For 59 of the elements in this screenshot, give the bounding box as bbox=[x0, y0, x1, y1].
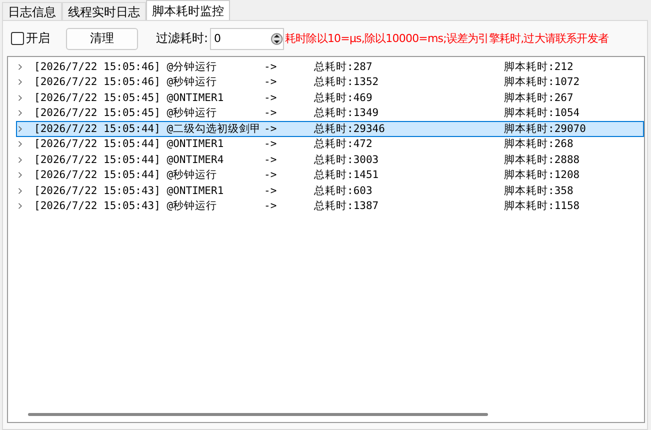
script-time: 脚本耗时:1054 bbox=[504, 106, 580, 120]
list-row[interactable]: [2026/7/22 15:05:44] @秒钟运行 -> 总耗时:1451 脚本耗时:1208 bbox=[16, 168, 644, 183]
total-time: 总耗时:3003 bbox=[314, 152, 380, 167]
row-label: [2026/7/22 15:05:46] @分钟运行 bbox=[34, 60, 218, 74]
script-time: 脚本耗时:267 bbox=[504, 90, 574, 105]
list-row[interactable]: [2026/7/22 15:05:45] @ONTIMER1 -> 总耗时:469 脚本耗时:267 bbox=[16, 90, 644, 106]
list-row[interactable]: [2026/7/22 15:05:44] @ONTIMER4 -> 总耗时:3003 脚本耗时:2888 bbox=[16, 152, 644, 168]
filter-label: 过滤耗时: bbox=[156, 30, 208, 47]
row-arrow: -> bbox=[264, 76, 278, 88]
timing-note: 耗时除以10=μs,除以10000=ms;误差为引擎耗时,过大请联系开发者 bbox=[285, 31, 609, 46]
script-time: 脚本耗时:212 bbox=[504, 60, 574, 74]
total-time: 总耗时:1451 bbox=[314, 168, 380, 182]
row-arrow: -> bbox=[264, 169, 278, 182]
list-row[interactable]: [2026/7/22 15:05:43] @ONTIMER1 -> 总耗时:603 脚本耗时:358 bbox=[16, 183, 644, 198]
total-time: 总耗时:603 bbox=[314, 184, 374, 198]
list-row[interactable]: [2026/7/22 15:05:45] @秒钟运行 -> 总耗时:1349 脚本耗时:1054 bbox=[16, 106, 644, 121]
row-arrow: -> bbox=[264, 60, 278, 73]
row-arrow: -> bbox=[264, 107, 278, 120]
total-time: 总耗时:1349 bbox=[314, 106, 380, 120]
filter-spinbox[interactable]: 0 bbox=[210, 28, 284, 50]
list-row[interactable]: [2026/7/22 15:05:46] @秒钟运行 -> 总耗时:1352 脚本耗时:1072 bbox=[16, 74, 644, 90]
total-time: 总耗时:287 bbox=[314, 60, 374, 74]
tab[interactable]: 日志信息 bbox=[2, 2, 62, 20]
list-row[interactable]: [2026/7/22 15:05:43] @秒钟运行 -> 总耗时:1387 脚本耗时:1158 bbox=[16, 198, 644, 214]
row-label: [2026/7/22 15:05:43] @ONTIMER1 bbox=[34, 184, 225, 197]
row-arrow: -> bbox=[264, 92, 278, 104]
script-time: 脚本耗时:29070 bbox=[504, 122, 586, 136]
script-time: 脚本耗时:1072 bbox=[504, 75, 580, 90]
row-label: [2026/7/22 15:05:44] @ONTIMER1 bbox=[34, 138, 225, 150]
total-time: 总耗时:469 bbox=[314, 90, 374, 105]
script-time: 脚本耗时:358 bbox=[504, 184, 574, 198]
list-row[interactable]: [2026/7/22 15:05:44] @ONTIMER1 -> 总耗时:472 脚本耗时:268 bbox=[16, 136, 644, 152]
script-time: 脚本耗时:1158 bbox=[504, 199, 580, 214]
row-label: [2026/7/22 15:05:44] @秒钟运行 bbox=[34, 168, 218, 182]
scrollbar-thumb[interactable] bbox=[28, 413, 488, 416]
list-row[interactable]: [2026/7/22 15:05:44] @二级勾选初级剑甲 -> 总耗时:29346 脚本耗时:29070 bbox=[16, 121, 644, 136]
script-time: 脚本耗时:2888 bbox=[504, 152, 580, 167]
enable-checkbox[interactable]: 开启 bbox=[11, 30, 50, 47]
clear-button[interactable]: 清理 bbox=[66, 28, 138, 50]
row-arrow: -> bbox=[264, 200, 278, 212]
script-time: 脚本耗时:1208 bbox=[504, 168, 580, 182]
row-arrow: -> bbox=[264, 122, 278, 135]
row-arrow: -> bbox=[264, 154, 278, 166]
row-label: [2026/7/22 15:05:44] @二级勾选初级剑甲 bbox=[34, 122, 262, 136]
row-label: [2026/7/22 15:05:45] @ONTIMER1 bbox=[34, 92, 225, 104]
row-label: [2026/7/22 15:05:46] @秒钟运行 bbox=[34, 75, 218, 90]
row-arrow: -> bbox=[264, 184, 278, 197]
list-row[interactable]: [2026/7/22 15:05:46] @分钟运行 -> 总耗时:287 脚本耗时:212 bbox=[16, 59, 644, 74]
total-time: 总耗时:1387 bbox=[314, 199, 380, 214]
row-label: [2026/7/22 15:05:43] @秒钟运行 bbox=[34, 199, 218, 214]
row-label: [2026/7/22 15:05:44] @ONTIMER4 bbox=[34, 154, 225, 166]
total-time: 总耗时:1352 bbox=[314, 75, 380, 90]
total-time: 总耗时:29346 bbox=[314, 122, 386, 136]
tab[interactable]: 线程实时日志 bbox=[62, 2, 146, 20]
script-time: 脚本耗时:268 bbox=[504, 137, 574, 152]
tab[interactable]: 脚本耗时监控 bbox=[146, 0, 230, 20]
row-label: [2026/7/22 15:05:45] @秒钟运行 bbox=[34, 106, 218, 120]
row-arrow: -> bbox=[264, 138, 278, 150]
total-time: 总耗时:472 bbox=[314, 137, 374, 152]
